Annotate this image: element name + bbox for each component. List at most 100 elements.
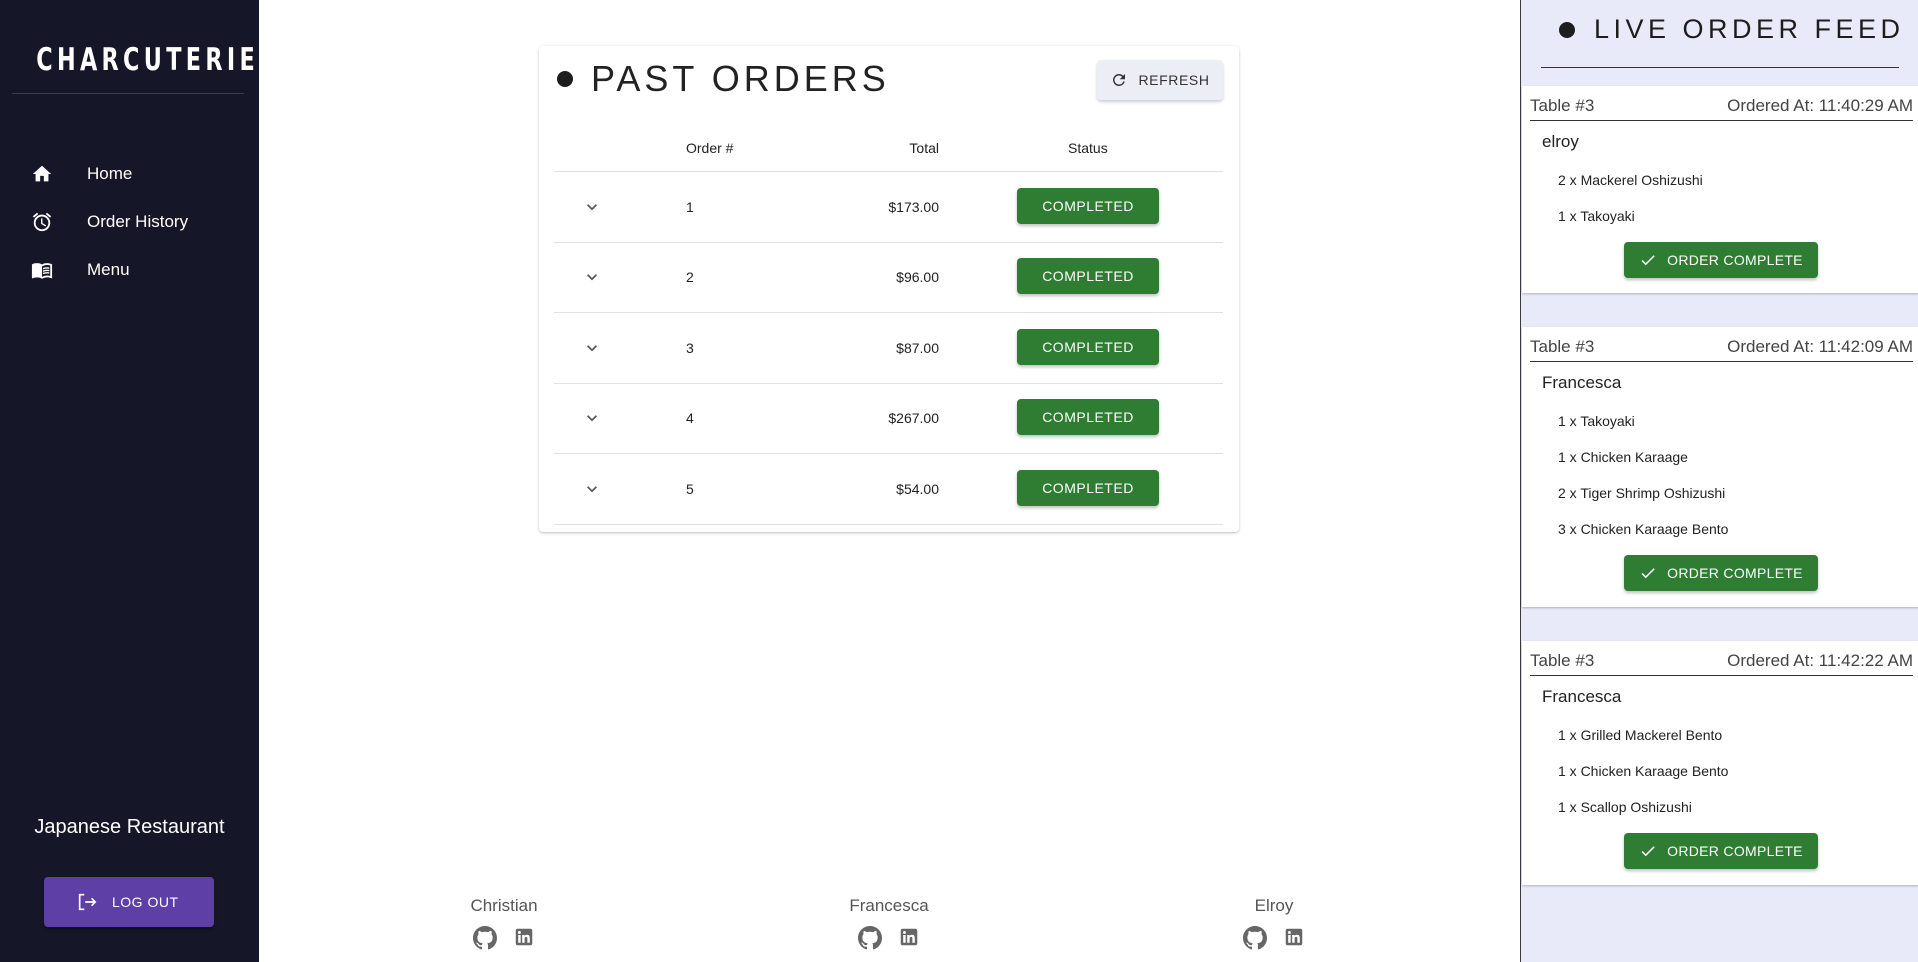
order-total: $173.00 [888, 199, 939, 215]
sidebar-nav: Home Order History Menu [0, 150, 259, 294]
customer-name: elroy [1542, 132, 1579, 151]
order-table: Table #3 [1530, 651, 1595, 670]
past-orders-header: PAST ORDERS [557, 58, 890, 100]
order-complete-label: ORDER COMPLETE [1667, 843, 1803, 859]
status-badge[interactable]: COMPLETED [1017, 470, 1159, 506]
sidebar-item-label: Order History [87, 212, 189, 231]
column-header-total: Total [909, 140, 939, 156]
status-badge[interactable]: COMPLETED [1017, 399, 1159, 435]
order-complete-button[interactable]: ORDER COMPLETE [1624, 242, 1818, 278]
check-icon [1639, 564, 1657, 582]
page-title: PAST ORDERS [591, 58, 890, 99]
sidebar-item-label: Home [87, 164, 133, 183]
github-icon[interactable] [473, 926, 497, 950]
order-total: $54.00 [896, 481, 939, 497]
brand-logo[interactable]: CHARCUTERIE [36, 42, 254, 78]
order-number: 2 [686, 269, 694, 285]
order-item: 2 x Tiger Shrimp Oshizushi [1558, 485, 1726, 501]
credit-name: Christian [470, 896, 538, 915]
order-number: 3 [686, 340, 694, 356]
order-time: Ordered At: 11:42:09 AM [1727, 337, 1913, 356]
order-card: Table #3 Ordered At: 11:42:22 AM Frances… [1522, 641, 1918, 885]
github-icon[interactable] [1243, 926, 1267, 950]
order-item: 1 x Chicken Karaage Bento [1558, 763, 1729, 779]
credit-name: Elroy [1254, 896, 1294, 915]
chevron-down-icon[interactable] [582, 338, 602, 358]
order-complete-label: ORDER COMPLETE [1667, 252, 1803, 268]
order-total: $87.00 [896, 340, 939, 356]
menu-book-icon [28, 256, 56, 284]
past-orders-card: PAST ORDERS REFRESH Order # Total Status… [539, 46, 1239, 532]
home-icon [28, 160, 56, 188]
table-row: 2 $96.00 COMPLETED [554, 242, 1223, 313]
order-table: Table #3 [1530, 96, 1595, 115]
status-badge[interactable]: COMPLETED [1017, 258, 1159, 294]
order-item: 3 x Chicken Karaage Bento [1558, 521, 1729, 537]
customer-name: Francesca [1542, 687, 1622, 706]
chevron-down-icon[interactable] [582, 197, 602, 217]
order-time: Ordered At: 11:40:29 AM [1727, 96, 1913, 115]
live-order-feed: LIVE ORDER FEED Table #3 Ordered At: 11:… [1520, 0, 1918, 962]
linkedin-icon[interactable] [513, 926, 535, 950]
column-header-status: Status [1068, 140, 1108, 156]
check-icon [1639, 251, 1657, 269]
customer-name: Francesca [1542, 373, 1622, 392]
feed-title: LIVE ORDER FEED [1559, 14, 1905, 45]
refresh-icon [1110, 71, 1128, 89]
order-item: 1 x Takoyaki [1558, 413, 1635, 429]
order-total: $267.00 [888, 410, 939, 426]
order-complete-button[interactable]: ORDER COMPLETE [1624, 833, 1818, 869]
chevron-down-icon[interactable] [582, 267, 602, 287]
table-row: 5 $54.00 COMPLETED [554, 454, 1223, 525]
order-item: 1 x Takoyaki [1558, 208, 1635, 224]
bullet-dot-icon [557, 71, 573, 87]
table-header: Order # Total Status [554, 126, 1223, 172]
order-item: 1 x Scallop Oshizushi [1558, 799, 1692, 815]
order-number: 4 [686, 410, 694, 426]
restaurant-name: Japanese Restaurant [34, 816, 225, 838]
chevron-down-icon[interactable] [582, 479, 602, 499]
footer-credit-christian: Christian [424, 896, 584, 950]
order-item: 1 x Grilled Mackerel Bento [1558, 727, 1723, 743]
status-badge[interactable]: COMPLETED [1017, 188, 1159, 224]
logout-button[interactable]: LOG OUT [44, 877, 214, 927]
footer-credit-francesca: Francesca [809, 896, 969, 950]
order-card: Table #3 Ordered At: 11:42:09 AM Frances… [1522, 327, 1918, 607]
credit-name: Francesca [849, 896, 929, 915]
table-row: 3 $87.00 COMPLETED [554, 313, 1223, 384]
sidebar-item-menu[interactable]: Menu [0, 246, 259, 294]
order-table: Table #3 [1530, 337, 1595, 356]
status-badge[interactable]: COMPLETED [1017, 329, 1159, 365]
order-time: Ordered At: 11:42:22 AM [1727, 651, 1913, 670]
order-item: 1 x Chicken Karaage [1558, 449, 1688, 465]
table-row: 4 $267.00 COMPLETED [554, 383, 1223, 454]
order-number: 1 [686, 199, 694, 215]
chevron-down-icon[interactable] [582, 408, 602, 428]
linkedin-icon[interactable] [1283, 926, 1305, 950]
order-card: Table #3 Ordered At: 11:40:29 AM elroy 2… [1522, 86, 1918, 293]
order-card-header: Table #3 Ordered At: 11:42:22 AM [1530, 649, 1913, 676]
sidebar-item-order-history[interactable]: Order History [0, 198, 259, 246]
alarm-clock-icon [28, 208, 56, 236]
bullet-dot-icon [1559, 21, 1575, 38]
footer-credit-elroy: Elroy [1194, 896, 1354, 950]
sidebar: CHARCUTERIE Home Order History Menu Japa… [0, 0, 259, 962]
feed-title-text: LIVE ORDER FEED [1594, 14, 1905, 44]
sidebar-item-label: Menu [87, 260, 130, 279]
linkedin-icon[interactable] [898, 926, 920, 950]
brand-divider [12, 93, 244, 94]
refresh-button[interactable]: REFRESH [1097, 60, 1223, 100]
logout-icon [76, 891, 98, 913]
feed-divider [1541, 67, 1899, 68]
order-item: 2 x Mackerel Oshizushi [1558, 172, 1703, 188]
feed-header: LIVE ORDER FEED [1521, 0, 1918, 84]
order-total: $96.00 [896, 269, 939, 285]
order-number: 5 [686, 481, 694, 497]
check-icon [1639, 842, 1657, 860]
table-row: 1 $173.00 COMPLETED [554, 172, 1223, 243]
sidebar-item-home[interactable]: Home [0, 150, 259, 198]
logout-label: LOG OUT [112, 894, 179, 910]
column-header-order: Order # [686, 140, 734, 156]
order-complete-button[interactable]: ORDER COMPLETE [1624, 555, 1818, 591]
github-icon[interactable] [858, 926, 882, 950]
